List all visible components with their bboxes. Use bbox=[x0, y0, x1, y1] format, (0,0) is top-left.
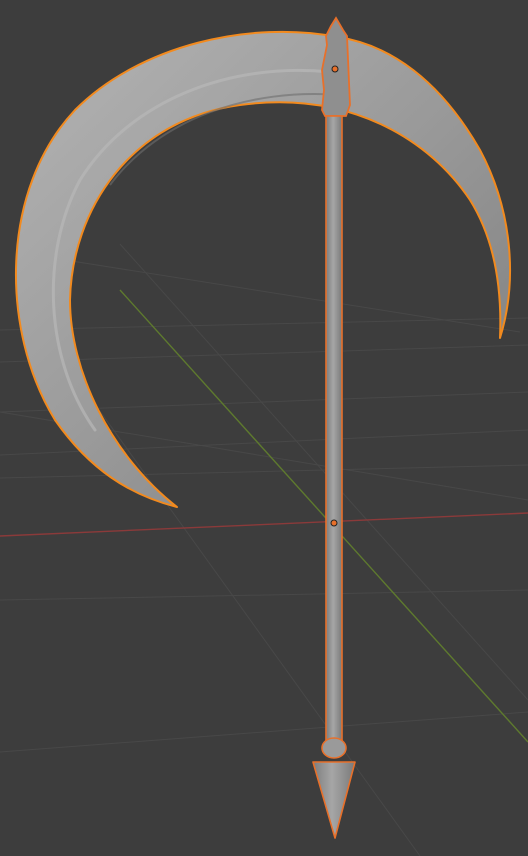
floor-grid bbox=[0, 243, 528, 856]
x-axis-line bbox=[0, 512, 528, 537]
blade-origin-marker[interactable] bbox=[331, 65, 339, 73]
viewport-canvas[interactable] bbox=[0, 0, 528, 856]
3d-viewport[interactable] bbox=[0, 0, 528, 856]
scythe-handle[interactable] bbox=[312, 16, 356, 839]
scythe-blade[interactable] bbox=[14, 30, 511, 508]
handle-origin-marker[interactable] bbox=[330, 519, 338, 527]
blade-shape bbox=[14, 30, 511, 508]
handle-spike bbox=[312, 761, 356, 839]
handle-shaft bbox=[325, 115, 343, 743]
handle-collar bbox=[321, 737, 347, 759]
